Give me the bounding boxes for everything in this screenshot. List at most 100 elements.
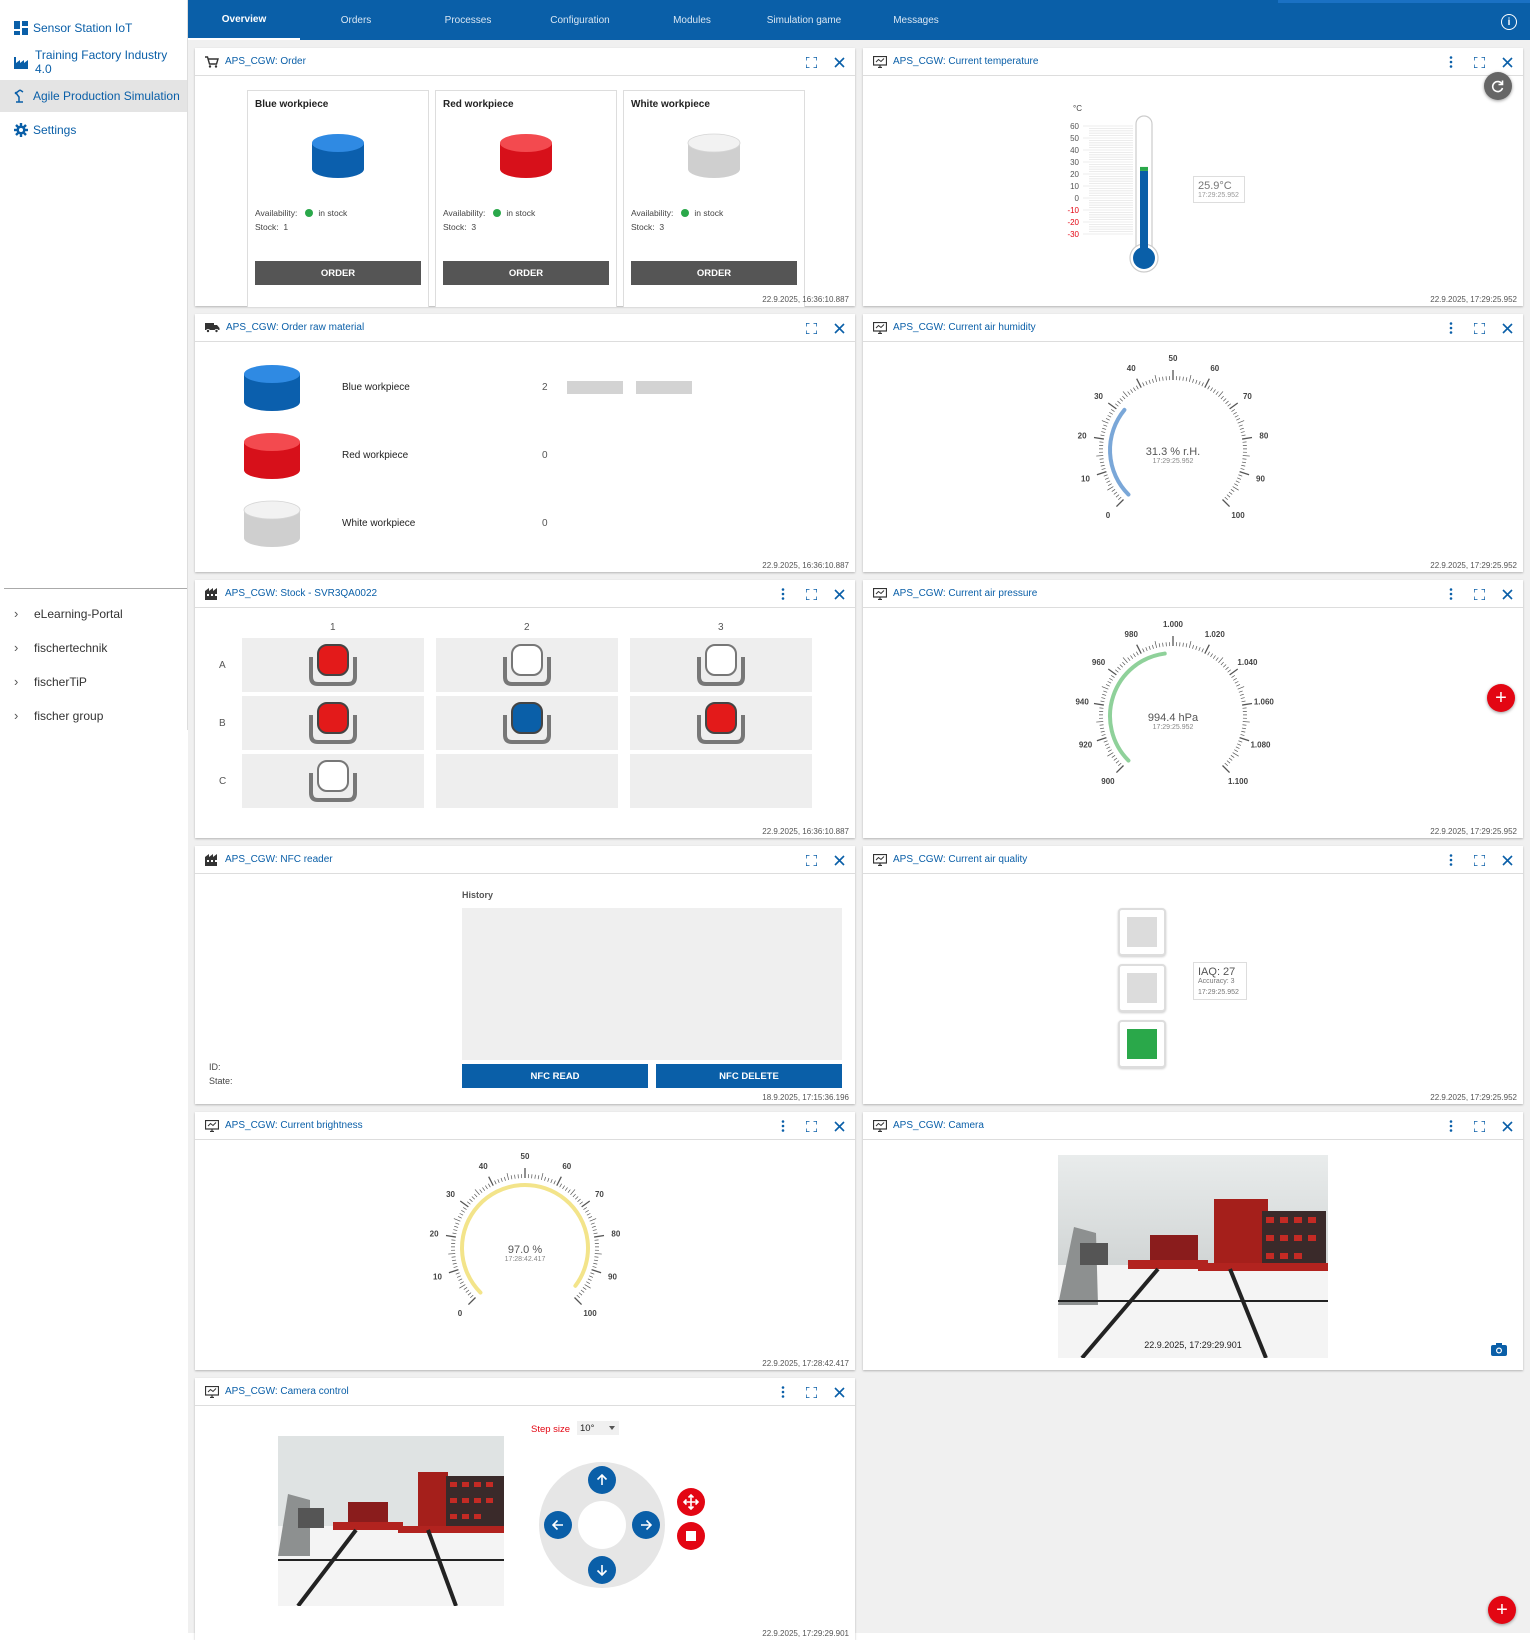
chevron-right-icon: ›	[14, 674, 26, 689]
sidebar-item-sensor-station[interactable]: Sensor Station IoT	[0, 12, 187, 44]
nfc-delete-button[interactable]: NFC DELETE	[656, 1064, 842, 1088]
pressure-gauge-tick	[1238, 741, 1242, 742]
sidebar-link-elearning[interactable]: ›eLearning-Portal	[14, 606, 123, 621]
fullscreen-icon[interactable]	[1471, 586, 1487, 602]
order-button[interactable]: ORDER	[255, 261, 421, 285]
stock-slot[interactable]	[242, 696, 424, 750]
pressure-gauge-tick	[1101, 731, 1105, 732]
move-left-button[interactable]	[544, 1511, 572, 1539]
snapshot-button[interactable]	[1491, 1342, 1507, 1356]
add-button[interactable]: +	[1487, 684, 1515, 712]
humidity-gauge-tick	[1111, 409, 1114, 411]
sidebar-item-agile-production[interactable]: Agile Production Simulation	[0, 80, 187, 112]
more-vert-icon[interactable]	[1443, 1118, 1459, 1134]
fullscreen-icon[interactable]	[1471, 1118, 1487, 1134]
tab-overview[interactable]: Overview	[188, 0, 300, 40]
more-vert-icon[interactable]	[1443, 852, 1459, 868]
pressure-gauge-tick	[1242, 725, 1246, 726]
fullscreen-icon[interactable]	[803, 1384, 819, 1400]
fullscreen-icon[interactable]	[803, 852, 819, 868]
widget-title: APS_CGW: Order	[225, 56, 306, 67]
brightness-gauge-tick	[507, 1173, 509, 1180]
tab-processes[interactable]: Processes	[412, 0, 524, 40]
fullscreen-icon[interactable]	[803, 586, 819, 602]
pressure-gauge-tick	[1118, 763, 1121, 766]
pressure-gauge-value-arc	[1110, 654, 1165, 761]
home-position-button[interactable]	[677, 1488, 705, 1516]
stock-slot[interactable]	[630, 638, 812, 692]
brightness-gauge-tick	[448, 1253, 455, 1254]
nfc-read-button[interactable]: NFC READ	[462, 1064, 648, 1088]
order-button[interactable]: ORDER	[631, 261, 797, 285]
tab-messages[interactable]: Messages	[860, 0, 972, 40]
move-up-button[interactable]	[588, 1466, 616, 1494]
humidity-gauge-tick	[1205, 379, 1210, 388]
stock-slot[interactable]	[242, 754, 424, 808]
sidebar-item-settings[interactable]: Settings	[0, 114, 187, 146]
move-down-button[interactable]	[588, 1556, 616, 1584]
more-vert-icon[interactable]	[775, 586, 791, 602]
close-icon[interactable]	[1499, 320, 1515, 336]
brightness-gauge-tick	[474, 1194, 477, 1197]
add-widget-button[interactable]: +	[1488, 1596, 1516, 1624]
humidity-gauge-tick-label: 20	[1078, 432, 1087, 441]
close-icon[interactable]	[831, 852, 847, 868]
fullscreen-icon[interactable]	[1471, 852, 1487, 868]
tab-simulation-game[interactable]: Simulation game	[748, 0, 860, 40]
temperature-readout: 25.9°C 17:29:25.952	[1193, 176, 1245, 203]
sidebar-link-fischertechnik[interactable]: ›fischertechnik	[14, 640, 107, 655]
close-icon[interactable]	[831, 1384, 847, 1400]
history-box	[462, 908, 842, 1060]
raw-item-label: Blue workpiece	[342, 382, 410, 393]
sidebar-item-training-factory[interactable]: Training Factory Industry 4.0	[0, 46, 187, 78]
more-vert-icon[interactable]	[775, 1384, 791, 1400]
tab-configuration[interactable]: Configuration	[524, 0, 636, 40]
fullscreen-icon[interactable]	[803, 320, 819, 336]
info-icon[interactable]: i	[1501, 14, 1517, 30]
close-icon[interactable]	[1499, 1118, 1515, 1134]
brightness-gauge-tick	[460, 1282, 464, 1284]
close-icon[interactable]	[831, 586, 847, 602]
fullscreen-icon[interactable]	[1471, 54, 1487, 70]
sidebar-link-fischer-group[interactable]: ›fischer group	[14, 708, 103, 723]
close-icon[interactable]	[1499, 54, 1515, 70]
close-icon[interactable]	[831, 320, 847, 336]
step-size-select[interactable]: 10°	[577, 1421, 619, 1435]
fullscreen-icon[interactable]	[803, 54, 819, 70]
stock-slot[interactable]	[242, 638, 424, 692]
sidebar-link-fischertip[interactable]: ›fischerTiP	[14, 674, 87, 689]
stock-slot[interactable]	[436, 754, 618, 808]
tab-modules[interactable]: Modules	[636, 0, 748, 40]
pressure-gauge-tick-label: 1.040	[1237, 658, 1258, 667]
close-icon[interactable]	[831, 54, 847, 70]
more-vert-icon[interactable]	[775, 1118, 791, 1134]
dashboard-icon	[14, 21, 28, 35]
warehouse-icon	[205, 588, 219, 600]
more-vert-icon[interactable]	[1443, 586, 1459, 602]
temperature-tick-label: 40	[1070, 146, 1079, 155]
close-icon[interactable]	[831, 1118, 847, 1134]
fullscreen-icon[interactable]	[1471, 320, 1487, 336]
stop-icon	[686, 1531, 696, 1541]
stock-slot[interactable]	[630, 696, 812, 750]
more-vert-icon[interactable]	[1443, 320, 1459, 336]
blue-workpiece-icon	[502, 701, 552, 745]
brightness-gauge-tick	[466, 1290, 469, 1292]
pressure-gauge-tick	[1199, 647, 1200, 651]
move-right-button[interactable]	[632, 1511, 660, 1539]
order-button[interactable]: ORDER	[443, 261, 609, 285]
stock-slot[interactable]	[630, 754, 812, 808]
stop-button[interactable]	[677, 1522, 705, 1550]
stock-slot[interactable]	[436, 696, 618, 750]
brightness-gauge-tick	[588, 1279, 592, 1281]
pressure-gauge-tick	[1232, 675, 1235, 677]
fullscreen-icon[interactable]	[803, 1118, 819, 1134]
tab-orders[interactable]: Orders	[300, 0, 412, 40]
close-icon[interactable]	[1499, 586, 1515, 602]
refresh-button[interactable]	[1484, 72, 1512, 100]
close-icon[interactable]	[1499, 852, 1515, 868]
stock-slot[interactable]	[436, 638, 618, 692]
truck-icon	[205, 322, 220, 333]
more-vert-icon[interactable]	[1443, 54, 1459, 70]
brightness-gauge-tick	[585, 1210, 588, 1212]
